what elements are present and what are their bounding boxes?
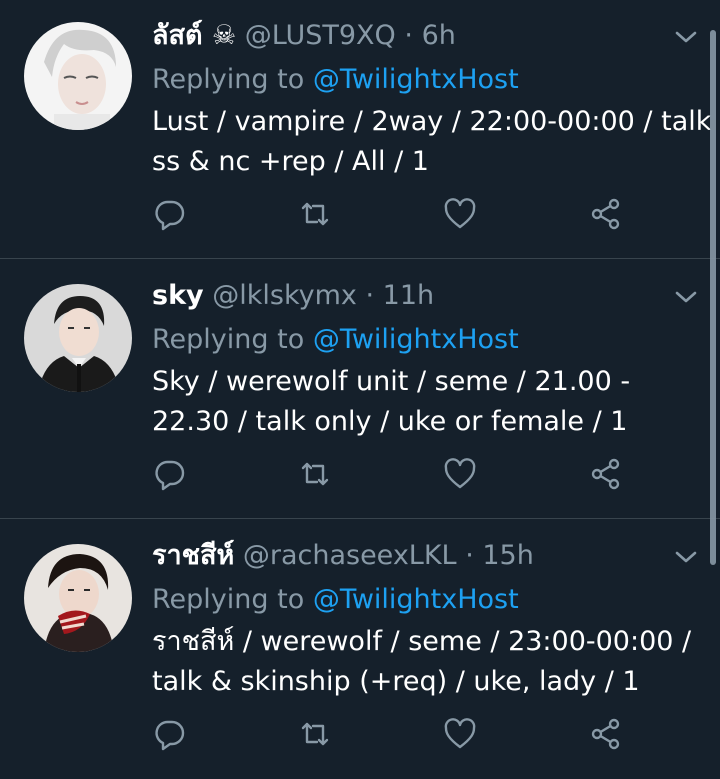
share-icon[interactable] [588, 196, 628, 236]
tweet-text: Sky / werewolf unit / seme / 21.00 - 22.… [152, 362, 700, 442]
tweet-time[interactable]: 6h [422, 20, 456, 51]
separator-dot: · [404, 20, 413, 51]
divider [0, 258, 720, 259]
replying-to-label: Replying to [152, 64, 305, 95]
tweet-item[interactable]: sky @lklskymx · 11h Replying to @Twiligh… [0, 260, 720, 520]
reply-icon[interactable] [152, 456, 192, 496]
user-handle[interactable]: @lklskymx [212, 280, 357, 311]
mention-link[interactable]: @TwilightxHost [313, 324, 519, 355]
tweet-header: ราชสีห์ @rachaseexLKL · 15h [152, 538, 534, 574]
share-icon[interactable] [588, 456, 628, 496]
mention-link[interactable]: @TwilightxHost [313, 584, 519, 615]
separator-dot: · [465, 540, 474, 571]
display-name[interactable]: sky [152, 280, 204, 311]
share-icon[interactable] [588, 716, 628, 756]
replying-to: Replying to @TwilightxHost [152, 582, 519, 618]
tweet-text-line: ss & nc +rep / All / 1 [152, 146, 429, 177]
retweet-icon[interactable] [297, 716, 337, 756]
user-handle[interactable]: @rachaseexLKL [243, 540, 457, 571]
display-name[interactable]: ลัสต์ ☠ [152, 20, 236, 51]
tweet-item[interactable]: ลัสต์ ☠ @LUST9XQ · 6h Replying to @Twili… [0, 0, 720, 260]
tweet-time[interactable]: 11h [383, 280, 434, 311]
tweet-text-line: ราชสีห์ / werewolf / seme / 23:00-00:00 … [152, 626, 692, 657]
display-name[interactable]: ราชสีห์ [152, 540, 234, 571]
retweet-icon[interactable] [297, 196, 337, 236]
avatar[interactable] [24, 22, 132, 130]
heart-icon[interactable] [442, 716, 482, 756]
avatar[interactable] [24, 544, 132, 652]
tweet-actions [152, 716, 652, 756]
replying-to: Replying to @TwilightxHost [152, 322, 519, 358]
mention-link[interactable]: @TwilightxHost [313, 64, 519, 95]
heart-icon[interactable] [442, 456, 482, 496]
chevron-down-icon[interactable] [674, 288, 698, 306]
tweet-text: ราชสีห์ / werewolf / seme / 23:00-00:00 … [152, 622, 700, 702]
tweet-header: ลัสต์ ☠ @LUST9XQ · 6h [152, 18, 456, 54]
scrollbar[interactable] [710, 30, 716, 565]
replying-to: Replying to @TwilightxHost [152, 62, 519, 98]
tweet-feed: ลัสต์ ☠ @LUST9XQ · 6h Replying to @Twili… [0, 0, 720, 779]
chevron-down-icon[interactable] [674, 28, 698, 46]
tweet-text-line: talk & skinship (+req) / uke, lady / 1 [152, 666, 640, 697]
reply-icon[interactable] [152, 196, 192, 236]
tweet-actions [152, 456, 652, 496]
tweet-text-line: Sky / werewolf unit / seme / 21.00 - [152, 366, 631, 397]
heart-icon[interactable] [442, 196, 482, 236]
avatar[interactable] [24, 284, 132, 392]
tweet-header: sky @lklskymx · 11h [152, 278, 434, 314]
retweet-icon[interactable] [297, 456, 337, 496]
tweet-text-line: Lust / vampire / 2way / 22:00-00:00 / ta… [152, 106, 712, 137]
tweet-text-line: 22.30 / talk only / uke or female / 1 [152, 406, 628, 437]
divider [0, 518, 720, 519]
replying-to-label: Replying to [152, 324, 305, 355]
tweet-actions [152, 196, 652, 236]
replying-to-label: Replying to [152, 584, 305, 615]
tweet-time[interactable]: 15h [482, 540, 533, 571]
tweet-item[interactable]: ราชสีห์ @rachaseexLKL · 15h Replying to … [0, 520, 720, 779]
chevron-down-icon[interactable] [674, 548, 698, 566]
reply-icon[interactable] [152, 716, 192, 756]
separator-dot: · [365, 280, 375, 311]
tweet-text: Lust / vampire / 2way / 22:00-00:00 / ta… [152, 102, 712, 182]
user-handle[interactable]: @LUST9XQ [245, 20, 396, 51]
